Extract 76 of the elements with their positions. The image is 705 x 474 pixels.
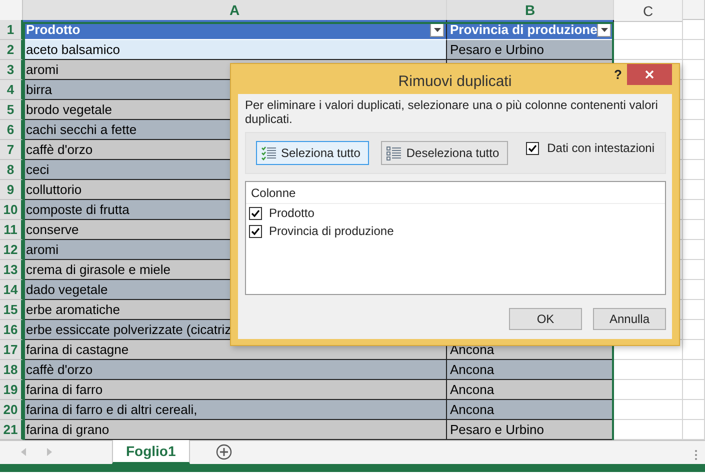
row-header[interactable]: 11 [0,220,23,240]
table-cell: Ancona [447,380,614,400]
row-header[interactable]: 7 [0,140,23,160]
empty-cell [683,200,705,220]
empty-cell [683,360,705,380]
row-header[interactable]: 20 [0,400,23,420]
empty-cell [683,340,705,360]
close-icon [645,70,654,79]
empty-cell [683,260,705,280]
row-header[interactable]: 18 [0,360,23,380]
checkbox[interactable] [526,142,540,154]
dropdown-icon [600,28,608,32]
row-header[interactable]: 13 [0,260,23,280]
empty-cell [683,240,705,260]
row-header[interactable]: 12 [0,240,23,260]
empty-cell [683,100,705,120]
row-header[interactable]: 16 [0,320,23,340]
empty-cell [683,380,705,400]
table-cell: Pesaro e Urbino [447,40,614,60]
checkbox[interactable] [249,224,262,238]
row-header[interactable]: 8 [0,160,23,180]
empty-cell [683,160,705,180]
sheet-tab[interactable]: Foglio1 [112,440,190,464]
add-sheet-icon[interactable] [216,444,232,460]
row-header[interactable]: 6 [0,120,23,140]
empty-cell [683,60,705,80]
table-cell: Ancona [447,360,614,380]
row-header[interactable]: 10 [0,200,23,220]
column-header[interactable]: A [23,0,447,22]
column-header[interactable]: C [614,0,683,22]
list-icon [386,146,402,160]
row-header[interactable]: 9 [0,180,23,200]
checklist-icon [261,146,277,160]
list-header: Colonne [246,182,665,204]
empty-cell [683,180,705,200]
column-title: Prodotto [26,22,80,37]
row-header[interactable]: 19 [0,380,23,400]
empty-cell [683,120,705,140]
cancel-button[interactable]: Annulla [593,308,666,330]
empty-cell [683,220,705,240]
column-option[interactable]: Prodotto [269,206,314,220]
column-option[interactable]: Provincia di produzione [269,224,394,238]
row-header[interactable]: 17 [0,340,23,360]
table-cell: Ancona [447,400,614,420]
row-header[interactable]: 3 [0,60,23,80]
table-cell: farina di farro e di altri cereali, [23,400,447,420]
row-header[interactable]: 15 [0,300,23,320]
checkbox-label: Dati con intestazioni [547,141,655,155]
table-cell: Pesaro e Urbino [447,420,614,440]
empty-cell [683,320,705,340]
table-cell: caffè d'orzo [23,360,447,380]
row-header[interactable]: 14 [0,280,23,300]
column-title: Provincia di produzione [450,22,598,37]
row-header[interactable]: 1 [0,20,23,40]
empty-cell [683,40,705,60]
empty-cell [683,280,705,300]
row-header[interactable]: 2 [0,40,23,60]
column-header[interactable]: B [447,0,614,22]
empty-cell [683,400,705,420]
row-header[interactable]: 5 [0,100,23,120]
dropdown-icon [434,28,440,32]
checkbox[interactable] [249,206,262,220]
empty-cell [683,20,705,40]
empty-cell [683,140,705,160]
empty-cell [683,300,705,320]
empty-cell [683,80,705,100]
ok-button[interactable]: OK [509,308,582,330]
table-cell: farina di farro [23,380,447,400]
select-all-button[interactable]: Seleziona tutto [256,141,370,165]
row-header[interactable]: 4 [0,80,23,100]
close-button[interactable] [627,64,672,85]
help-button[interactable]: ? [614,67,622,82]
table-cell: aceto balsamico [23,40,447,60]
table-cell: farina di grano [23,420,447,440]
deselect-all-button[interactable]: Deseleziona tutto [381,141,508,165]
row-header[interactable]: 21 [0,420,23,440]
